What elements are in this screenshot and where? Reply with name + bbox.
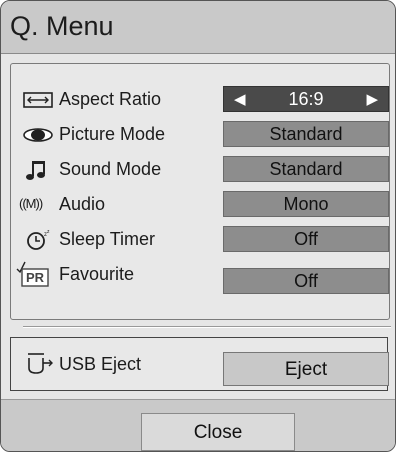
sound-mode-label: Sound Mode: [59, 159, 162, 179]
aspect-ratio-label: Aspect Ratio: [59, 89, 162, 109]
usb-eject-label: USB Eject: [59, 354, 142, 374]
usb-eject-panel: USB Eject Eject: [10, 337, 389, 391]
audio-mono-icon: ((M)): [19, 196, 43, 211]
picture-mode-label: Picture Mode: [59, 124, 166, 144]
bottom-bar: Close: [1, 399, 395, 451]
audio-label: Audio: [59, 194, 106, 214]
setting-row-picture-mode[interactable]: Picture Mode Standard: [11, 119, 389, 149]
title-bar: Q. Menu: [1, 1, 395, 54]
music-note-icon: [21, 158, 55, 182]
eye-icon: [21, 123, 55, 147]
divider: [23, 326, 391, 328]
svg-text:z: z: [47, 229, 50, 235]
setting-row-sound-mode[interactable]: Sound Mode Standard: [11, 154, 389, 184]
sound-mode-value[interactable]: Standard: [223, 156, 389, 182]
setting-row-favourite[interactable]: PR Favourite Off: [11, 259, 389, 294]
arrow-right-icon[interactable]: ▶: [366, 87, 378, 112]
favourite-value[interactable]: Off: [223, 268, 389, 294]
sleep-timer-label: Sleep Timer: [59, 229, 156, 249]
favourite-pr-icon: PR: [15, 259, 55, 289]
picture-mode-value[interactable]: Standard: [223, 121, 389, 147]
audio-value[interactable]: Mono: [223, 191, 389, 217]
sleep-timer-value[interactable]: Off: [223, 226, 389, 252]
setting-row-aspect-ratio[interactable]: Aspect Ratio ◀ 16:9 ▶: [11, 84, 389, 114]
arrow-left-icon[interactable]: ◀: [234, 87, 246, 112]
setting-row-sleep-timer[interactable]: z z Sleep Timer Off: [11, 224, 389, 254]
settings-panel: Aspect Ratio ◀ 16:9 ▶ Picture Mode Stand…: [10, 63, 390, 320]
sleep-timer-icon: z z: [21, 228, 55, 252]
aspect-ratio-selector[interactable]: ◀ 16:9 ▶: [223, 86, 389, 112]
aspect-ratio-icon: [21, 88, 55, 112]
quick-menu-window: Q. Menu Aspect Ratio ◀ 16:9 ▶ Picture Mo…: [0, 0, 396, 452]
close-button[interactable]: Close: [141, 413, 295, 451]
favourite-label: Favourite: [59, 264, 135, 284]
menu-title: Q. Menu: [10, 11, 114, 41]
usb-eject-icon: [25, 352, 55, 376]
eject-button[interactable]: Eject: [223, 352, 389, 386]
favourite-pr-text: PR: [26, 270, 45, 285]
aspect-ratio-value: 16:9: [288, 89, 324, 109]
setting-row-audio[interactable]: ((M)) Audio Mono: [11, 189, 389, 219]
